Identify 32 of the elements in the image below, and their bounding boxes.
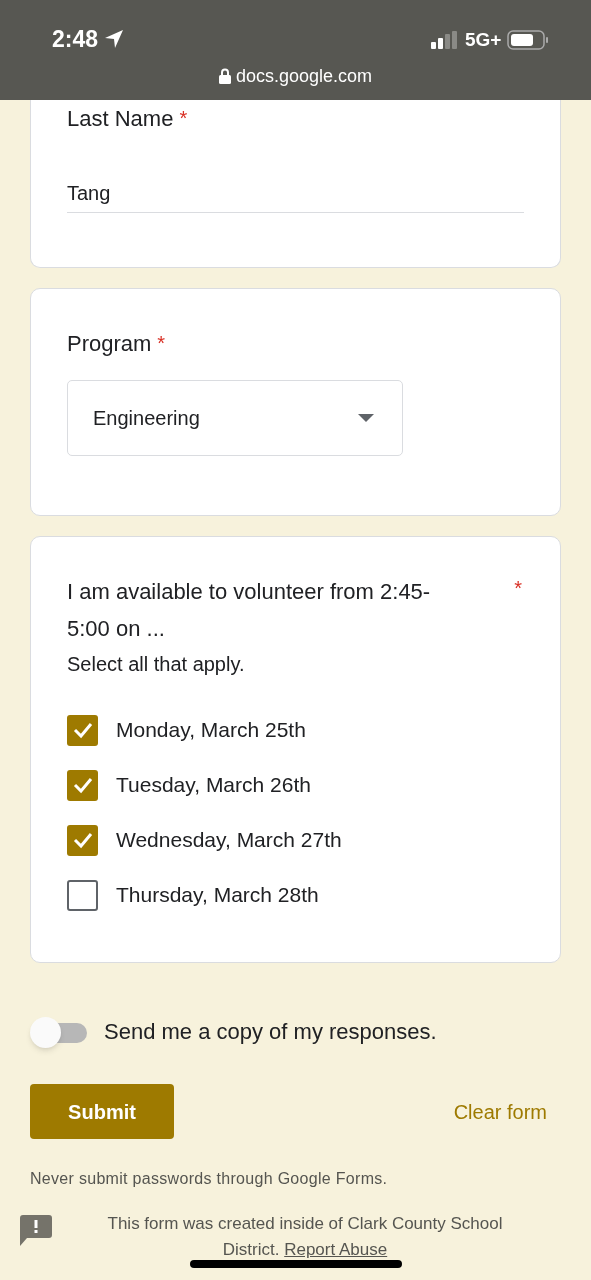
question-label: Last Name	[67, 105, 174, 133]
submit-button[interactable]: Submit	[30, 1084, 174, 1139]
text-input-field[interactable]: Tang	[67, 180, 524, 213]
checkbox[interactable]	[67, 824, 98, 856]
checkbox[interactable]	[67, 714, 98, 746]
toggle-switch[interactable]	[30, 1015, 87, 1048]
required-mark: *	[179, 106, 188, 131]
option-label: Monday, March 25th	[116, 717, 306, 744]
form-notice: This form was created inside of Clark County School District. Report Abuse	[106, 1213, 504, 1261]
network-label: 5G+	[465, 28, 502, 52]
report-abuse-link[interactable]: Report Abuse	[284, 1240, 388, 1259]
dropdown-select[interactable]: Engineering	[67, 380, 403, 456]
location-arrow-icon	[104, 29, 125, 49]
hint-text: Select all that apply.	[67, 652, 246, 677]
clear-form-button[interactable]: Clear form	[451, 1096, 549, 1127]
question-label: Program	[67, 330, 152, 358]
required-mark: *	[157, 331, 166, 356]
option-label: Thursday, March 28th	[116, 882, 319, 909]
password-warning: Never submit passwords through Google Forms.	[30, 1169, 389, 1189]
toggle-label: Send me a copy of my responses.	[104, 1018, 437, 1046]
battery-icon	[507, 30, 550, 50]
option-label: Tuesday, March 26th	[116, 772, 311, 799]
checkbox[interactable]	[67, 769, 98, 801]
clock-time: 2:48	[52, 25, 99, 54]
lock-icon	[218, 68, 231, 84]
caret-icon	[358, 414, 374, 422]
question-label: I am available to volunteer from 2:45-5:00 on ...	[67, 578, 432, 643]
option-label: Wednesday, March 27th	[116, 827, 342, 854]
required-mark: *	[514, 576, 522, 601]
url-text[interactable]: docs.google.com	[235, 64, 373, 88]
checkbox[interactable]	[67, 879, 98, 911]
feedback-icon[interactable]	[20, 1215, 52, 1246]
